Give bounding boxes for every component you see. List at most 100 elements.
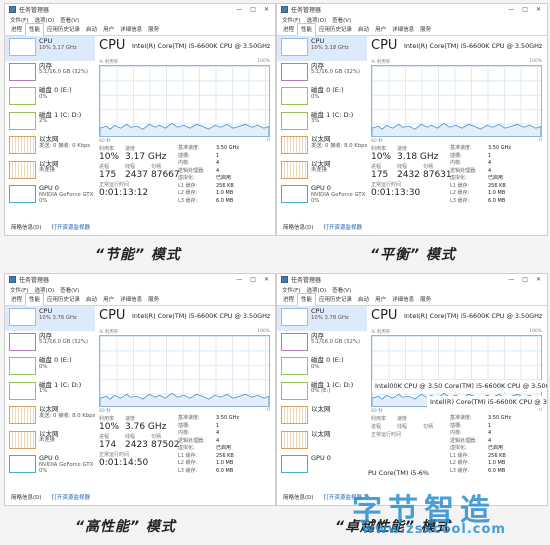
sidebar-item-cpu[interactable]: CPU 10% 3.18 GHz — [277, 36, 367, 61]
tab-details[interactable]: 详细信息 — [117, 24, 145, 35]
close-icon[interactable]: ✕ — [264, 276, 269, 283]
tab-performance[interactable]: 性能 — [297, 293, 317, 306]
close-icon[interactable]: ✕ — [264, 6, 269, 13]
sidebar-item-gpu[interactable]: GPU 0 NVIDIA GeForce GTX 0% — [5, 183, 95, 208]
sidebar-item-detail: 0% — [311, 93, 320, 100]
tab-performance[interactable]: 性能 — [25, 293, 45, 306]
graph-time-span: 60 秒 — [371, 409, 383, 414]
tab-app-history[interactable]: 应用历史记录 — [316, 24, 355, 35]
tab-services[interactable]: 服务 — [417, 24, 434, 35]
sidebar-item-memory[interactable]: 内存 5.1/16.0 GB (32%) — [5, 61, 95, 86]
sidebar-item-ethernet-1[interactable]: 以太网 发送: 0 接收: 0 Kbps — [5, 134, 95, 159]
sidebar-item-memory[interactable]: 内存 5.1/16.0 GB (32%) — [277, 61, 367, 86]
tab-users[interactable]: 用户 — [100, 24, 117, 35]
sidebar-item-cpu[interactable]: CPU 10% 3.76 GHz — [5, 306, 95, 331]
stat-label-handles: 句柄 — [423, 164, 434, 170]
close-icon[interactable]: ✕ — [536, 276, 541, 283]
sidebar-item-disk-0[interactable]: 磁盘 0 (E:) 0% — [5, 85, 95, 110]
tab-users[interactable]: 用户 — [372, 24, 389, 35]
tab-processes[interactable]: 进程 — [280, 24, 297, 35]
sidebar-item-gpu[interactable]: GPU 0 NVIDIA GeForce GTX 0% — [5, 453, 95, 478]
sidebar-item-disk-1[interactable]: 磁盘 1 (C: D:) 2% — [5, 110, 95, 135]
prop-label: 内核: — [178, 160, 190, 166]
resource-sidebar: CPU 10% 3.76 GHz 内存 5.1/16.0 GB (32%) 磁盘 0… — [5, 306, 95, 489]
cpu-model-name: Intel(R) Core(TM) i5-6600K CPU @ 3.50GHz — [132, 42, 271, 50]
cpu-thumbnail-graph — [9, 38, 36, 56]
menu-view[interactable]: 查看(V) — [60, 286, 79, 294]
open-resource-monitor-link[interactable]: 打开资源监视器 — [52, 223, 91, 231]
sidebar-item-ethernet-1[interactable]: 以太网 发送: 0 接收: 8.0 Kbps — [5, 404, 95, 429]
sidebar-item-memory[interactable]: 内存 5.1/16.0 GB (32%) — [277, 331, 367, 356]
tab-startup[interactable]: 启动 — [355, 24, 372, 35]
title-bar[interactable]: 任务管理器 — □ ✕ — [277, 4, 547, 15]
tab-processes[interactable]: 进程 — [280, 294, 297, 305]
tab-details[interactable]: 详细信息 — [389, 24, 417, 35]
cpu-usage-line — [100, 122, 269, 136]
tab-startup[interactable]: 启动 — [83, 294, 100, 305]
sidebar-item-disk-0[interactable]: 磁盘 0 (E:) 0% — [277, 85, 367, 110]
tab-services[interactable]: 服务 — [145, 24, 162, 35]
tab-app-history[interactable]: 应用历史记录 — [44, 294, 83, 305]
sidebar-item-ethernet-2[interactable]: 以太网 未连接 — [5, 429, 95, 454]
tab-app-history[interactable]: 应用历史记录 — [44, 24, 83, 35]
maximize-icon[interactable]: □ — [250, 276, 256, 283]
tab-performance[interactable]: 性能 — [297, 23, 317, 36]
tab-services[interactable]: 服务 — [417, 294, 434, 305]
stat-label-processes: 进程 — [371, 164, 382, 170]
open-resource-monitor-link[interactable]: 打开资源监视器 — [324, 223, 363, 231]
sidebar-item-ethernet-1[interactable]: 以太网 — [277, 404, 367, 429]
fewer-details-button[interactable]: 简略信息(D) — [11, 223, 42, 231]
tab-users[interactable]: 用户 — [372, 294, 389, 305]
fewer-details-button[interactable]: 简略信息(D) — [11, 493, 42, 501]
cpu-heading: CPU — [99, 308, 126, 323]
sidebar-item-gpu[interactable]: GPU 0 NVIDIA GeForce GTX 0% — [277, 183, 367, 208]
sidebar-item-ethernet-1[interactable]: 以太网 发送: 0 接收: 8.0 Kbps — [277, 134, 367, 159]
sidebar-item-detail: 10% 3.76 GHz — [39, 314, 77, 321]
minimize-icon[interactable]: — — [508, 6, 514, 13]
menu-view[interactable]: 查看(V) — [332, 16, 351, 24]
sidebar-item-cpu[interactable]: CPU 10% 3.17 GHz — [5, 36, 95, 61]
sidebar-item-ethernet-2[interactable]: 以太网 未连接 — [277, 159, 367, 184]
gpu-thumbnail-graph — [9, 455, 36, 473]
title-bar[interactable]: 任务管理器 — □ ✕ — [5, 274, 275, 285]
tab-users[interactable]: 用户 — [100, 294, 117, 305]
tab-details[interactable]: 详细信息 — [389, 294, 417, 305]
sidebar-item-detail: 0% (E:) — [311, 388, 331, 394]
tab-startup[interactable]: 启动 — [355, 294, 372, 305]
sidebar-item-ethernet-2[interactable]: 以太网 未连接 — [5, 159, 95, 184]
maximize-icon[interactable]: □ — [250, 6, 256, 13]
minimize-icon[interactable]: — — [236, 276, 242, 283]
stat-threads: 2437 — [125, 170, 148, 180]
sidebar-item-gpu[interactable]: GPU 0 — [277, 453, 367, 478]
maximize-icon[interactable]: □ — [522, 276, 528, 283]
close-icon[interactable]: ✕ — [536, 6, 541, 13]
sidebar-item-disk-1[interactable]: 磁盘 1 (C: D:) 3% — [277, 110, 367, 135]
tab-details[interactable]: 详细信息 — [117, 294, 145, 305]
tab-services[interactable]: 服务 — [145, 294, 162, 305]
open-resource-monitor-link[interactable]: 打开资源监视器 — [52, 493, 91, 501]
sidebar-item-cpu[interactable]: CPU 10% 3.78 GHz — [277, 306, 367, 331]
prop-value: 256 KB — [488, 452, 506, 459]
sidebar-item-disk-1[interactable]: 磁盘 1 (C: D:) 1% — [5, 380, 95, 405]
maximize-icon[interactable]: □ — [522, 6, 528, 13]
tab-app-history[interactable]: 应用历史记录 — [316, 294, 355, 305]
fewer-details-button[interactable]: 简略信息(D) — [283, 493, 314, 501]
tab-processes[interactable]: 进程 — [8, 24, 25, 35]
menu-view[interactable]: 查看(V) — [332, 286, 351, 294]
sidebar-item-detail: 5.1/16.0 GB (32%) — [39, 339, 89, 345]
tab-performance[interactable]: 性能 — [25, 23, 45, 36]
minimize-icon[interactable]: — — [236, 6, 242, 13]
title-bar[interactable]: 任务管理器 — □ ✕ — [5, 4, 275, 15]
minimize-icon[interactable]: — — [508, 276, 514, 283]
title-bar[interactable]: 任务管理器 — □ ✕ — [277, 274, 547, 285]
sidebar-item-disk-0[interactable]: 磁盘 0 (E:) 0% — [277, 355, 367, 380]
sidebar-item-memory[interactable]: 内存 5.1/16.0 GB (32%) — [5, 331, 95, 356]
tab-startup[interactable]: 启动 — [83, 24, 100, 35]
sidebar-item-ethernet-2[interactable]: 以太网 — [277, 429, 367, 454]
tab-processes[interactable]: 进程 — [8, 294, 25, 305]
fewer-details-button[interactable]: 简略信息(D) — [283, 223, 314, 231]
menu-view[interactable]: 查看(V) — [60, 16, 79, 24]
sidebar-item-disk-0[interactable]: 磁盘 0 (E:) 0% — [5, 355, 95, 380]
tab-strip: 进程 性能 应用历史记录 启动 用户 详细信息 服务 — [277, 293, 547, 306]
sidebar-item-disk-1[interactable]: 磁盘 1 (C: D:) 0% (E:) — [277, 380, 367, 405]
